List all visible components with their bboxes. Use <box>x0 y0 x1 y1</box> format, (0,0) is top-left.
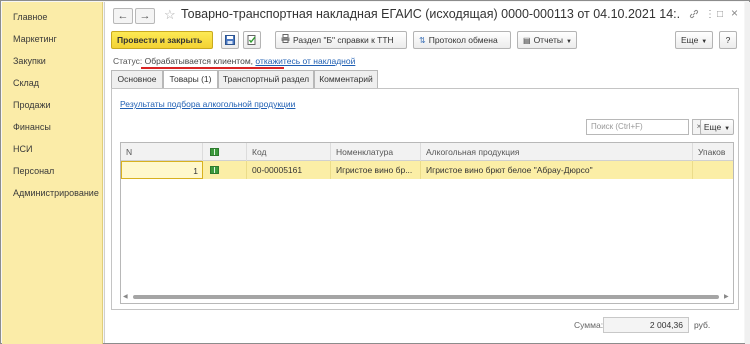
chevron-down-icon: ▼ <box>565 39 572 45</box>
forward-button[interactable]: → <box>135 8 155 24</box>
post-and-close-button[interactable]: Провести и закрыть <box>111 31 213 49</box>
reports-icon: ▤ <box>523 36 531 45</box>
tab-comment[interactable]: Комментарий <box>314 70 378 88</box>
search-input[interactable]: Поиск (Ctrl+F) <box>586 119 689 135</box>
column-header-package[interactable]: Упаков <box>693 143 733 161</box>
column-header-alcohol-product[interactable]: Алкогольная продукция <box>421 143 693 161</box>
print-icon <box>281 33 290 49</box>
cell-alcohol-product[interactable]: Игристое вино брют белое "Абрау-Дюрсо" <box>421 161 693 179</box>
sidebar-item-purchases[interactable]: Закупки <box>2 50 102 72</box>
goods-table[interactable]: N Код Номенклатура Алкогольная продукция… <box>120 142 734 304</box>
scroll-right-icon[interactable]: ▶ <box>724 293 729 300</box>
sidebar-item-administration[interactable]: Администрирование <box>2 182 102 204</box>
post-button[interactable] <box>243 31 261 49</box>
reports-button[interactable]: ▤ Отчеты ▼ <box>517 31 577 49</box>
status-value: Обрабатывается клиентом, <box>144 56 254 66</box>
cell-marker[interactable] <box>203 161 247 179</box>
back-arrow-icon: ← <box>117 10 129 22</box>
status-label: Статус: <box>113 56 143 66</box>
column-header-marker[interactable] <box>203 143 247 161</box>
sidebar-item-sales[interactable]: Продажи <box>2 94 102 116</box>
chevron-down-icon: ▼ <box>701 39 708 45</box>
currency-label: руб. <box>694 320 711 330</box>
forward-arrow-icon: → <box>139 10 151 22</box>
chevron-down-icon: ▼ <box>724 126 731 132</box>
window-title: Товарно-транспортная накладная ЕГАИС (ис… <box>181 7 681 21</box>
row-marker-icon <box>210 166 219 174</box>
section-b-label: Раздел "Б" справки к ТТН <box>293 35 394 45</box>
close-icon[interactable]: × <box>731 6 738 20</box>
grid-more-label: Еще <box>703 122 722 132</box>
table-row[interactable]: 1 00-00005161 Игристое вино бр... Игрист… <box>121 161 733 179</box>
table-marker-icon <box>210 148 219 156</box>
sidebar-item-personnel[interactable]: Персонал <box>2 160 102 182</box>
sidebar: Главное Маркетинг Закупки Склад Продажи … <box>2 2 103 344</box>
cell-nomenclature[interactable]: Игристое вино бр... <box>331 161 421 179</box>
cell-package[interactable] <box>693 161 733 179</box>
right-edge <box>745 2 750 344</box>
title-bar: ← → ☆ Товарно-транспортная накладная ЕГА… <box>105 2 745 30</box>
footer: Сумма: 2 004,36 руб. <box>105 316 745 338</box>
sidebar-item-nsi[interactable]: НСИ <box>2 138 102 160</box>
tab-main[interactable]: Основное <box>111 70 163 88</box>
save-button[interactable] <box>221 31 239 49</box>
command-bar: Провести и закрыть Раздел "Б" справки к … <box>105 30 745 52</box>
scroll-left-icon[interactable]: ◀ <box>123 293 128 300</box>
help-button[interactable]: ? <box>719 31 737 49</box>
sidebar-item-marketing[interactable]: Маркетинг <box>2 28 102 50</box>
document-window: ← → ☆ Товарно-транспортная накладная ЕГА… <box>104 2 744 343</box>
save-icon <box>225 35 235 45</box>
exchange-protocol-label: Протокол обмена <box>428 35 498 45</box>
grid-more-button[interactable]: Еще ▼ <box>700 119 734 135</box>
post-document-icon <box>247 35 256 45</box>
alcohol-selection-results-link[interactable]: Результаты подбора алкогольной продукции <box>120 99 295 109</box>
column-header-nomenclature[interactable]: Номенклатура <box>331 143 421 161</box>
goods-tab-panel: Результаты подбора алкогольной продукции… <box>111 88 739 310</box>
column-header-code[interactable]: Код <box>247 143 331 161</box>
status-line: Статус: Обрабатывается клиентом, откажит… <box>113 56 355 66</box>
exchange-icon: ⇅ <box>419 36 426 45</box>
more-button[interactable]: Еще ▼ <box>675 31 713 49</box>
horizontal-scrollbar[interactable]: ◀ ▶ <box>123 293 731 301</box>
sum-label: Сумма: <box>574 320 604 330</box>
tab-goods[interactable]: Товары (1) <box>163 70 218 89</box>
column-header-n[interactable]: N <box>121 143 203 161</box>
back-button[interactable]: ← <box>113 8 133 24</box>
cell-code[interactable]: 00-00005161 <box>247 161 331 179</box>
sidebar-item-warehouse[interactable]: Склад <box>2 72 102 94</box>
cell-n[interactable]: 1 <box>121 161 203 179</box>
reports-label: Отчеты <box>533 35 563 45</box>
exchange-protocol-button[interactable]: ⇅ Протокол обмена <box>413 31 511 49</box>
favorite-star-icon[interactable]: ☆ <box>164 7 176 23</box>
scrollbar-thumb[interactable] <box>133 295 719 299</box>
reject-invoice-link[interactable]: откажитесь от накладной <box>255 56 355 66</box>
maximize-icon[interactable]: □ <box>717 9 723 20</box>
sum-value: 2 004,36 <box>603 317 689 333</box>
sidebar-item-main[interactable]: Главное <box>2 6 102 28</box>
app-frame: Главное Маркетинг Закупки Склад Продажи … <box>0 0 750 344</box>
status-highlight-underline <box>141 67 284 69</box>
link-icon[interactable] <box>689 9 699 22</box>
table-header: N Код Номенклатура Алкогольная продукция… <box>121 143 733 161</box>
tab-transport[interactable]: Транспортный раздел <box>218 70 314 88</box>
more-label: Еще <box>681 35 699 45</box>
sidebar-item-finance[interactable]: Финансы <box>2 116 102 138</box>
more-menu-icon[interactable]: ⋮ <box>705 9 715 20</box>
section-b-button[interactable]: Раздел "Б" справки к ТТН <box>275 31 407 49</box>
